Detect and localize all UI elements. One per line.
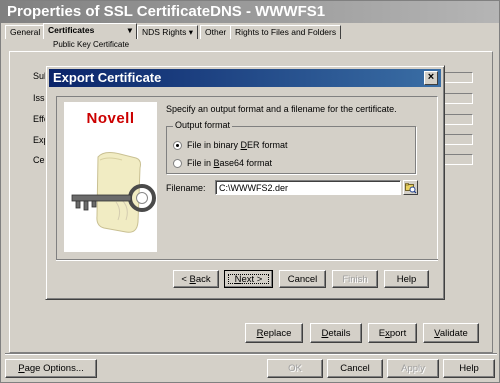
details-button[interactable]: Details [310,323,362,343]
close-icon[interactable]: × [424,71,438,85]
apply-button[interactable]: Apply [387,359,439,378]
page-options-button[interactable]: Page Options... [5,359,97,378]
radio-selected-icon[interactable] [173,141,182,150]
field-certificate [441,154,473,165]
footer-separator [5,353,497,355]
filename-input[interactable] [215,180,401,195]
chevron-down-icon: ▾ [188,27,194,37]
finish-button[interactable]: Finish [332,270,378,288]
next-button[interactable]: Next > [224,270,273,288]
radio-base64-label: File in Base64 format [187,158,273,168]
export-certificate-dialog: Export Certificate × Novell Specify an o… [45,65,445,300]
field-effective [441,114,473,125]
chevron-down-icon: ▾ [127,25,132,35]
output-format-group: Output format File in binary DER format … [166,120,416,174]
field-issuer [441,93,473,104]
field-expiration [441,134,473,145]
cancel-button[interactable]: Cancel [327,359,383,378]
tab-nds-rights[interactable]: NDS Rights ▾ [137,25,199,39]
back-button[interactable]: < Back [173,270,219,288]
replace-button[interactable]: Replace [245,323,303,343]
dialog-instruction: Specify an output format and a filename … [166,104,397,114]
subtab-public-key-certificate[interactable]: Public Key Certificate [51,39,129,51]
certificate-key-icon [71,152,156,233]
folder-browse-icon [405,183,417,194]
field-subject [441,72,473,83]
radio-unselected-icon[interactable] [173,159,182,168]
export-button[interactable]: Export [368,323,417,343]
radio-der-label: File in binary DER format [187,140,288,150]
novell-key-illustration: Novell [64,102,157,252]
window-title: Properties of SSL CertificateDNS - WWWFS… [7,3,326,20]
ok-button[interactable]: OK [267,359,323,378]
tab-other[interactable]: Other [200,25,232,39]
dialog-cancel-button[interactable]: Cancel [279,270,326,288]
dialog-title: Export Certificate [53,70,162,85]
dialog-separator [56,259,438,261]
tab-nds-rights-label: NDS Rights [142,27,187,37]
tab-rights-to-files[interactable]: Rights to Files and Folders [230,25,342,39]
window-titlebar[interactable]: Properties of SSL CertificateDNS - WWWFS… [1,1,499,23]
output-format-label: Output format [173,120,233,130]
validate-button[interactable]: Validate [423,323,479,343]
tab-general[interactable]: General [5,25,46,39]
tab-certificates-label: Certificates [48,25,95,35]
filename-label: Filename: [166,183,206,193]
dialog-titlebar[interactable]: Export Certificate × [49,69,441,87]
browse-button[interactable] [403,180,418,195]
help-button[interactable]: Help [443,359,495,378]
dialog-help-button[interactable]: Help [384,270,429,288]
tab-certificates[interactable]: Certificates ▾ [43,23,137,39]
